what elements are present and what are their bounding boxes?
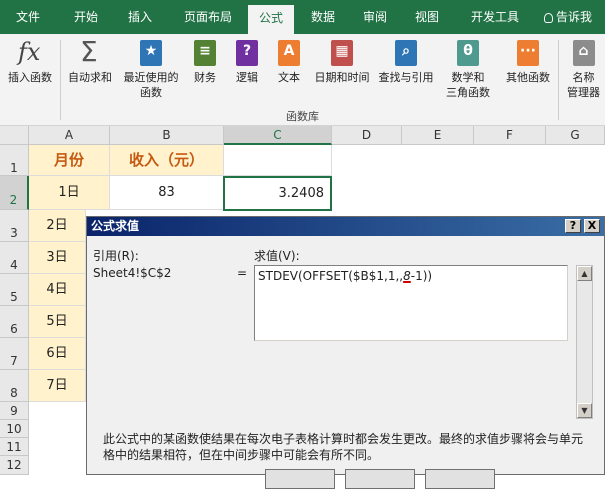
cell-a1[interactable]: 月份 bbox=[29, 145, 110, 176]
evaluation-underlined-term: 8 bbox=[403, 269, 411, 283]
tab-file[interactable]: 文件 bbox=[4, 0, 52, 34]
cell-a6[interactable]: 5日 bbox=[29, 306, 86, 338]
cell-c2[interactable]: 3.2408 bbox=[223, 176, 332, 211]
row-header-8[interactable]: 8 bbox=[0, 370, 29, 402]
dialog-button-evaluate[interactable] bbox=[265, 469, 335, 489]
help-button[interactable]: ? bbox=[565, 219, 581, 233]
column-header-c[interactable]: C bbox=[224, 126, 332, 145]
row-header-5[interactable]: 5 bbox=[0, 274, 29, 306]
datetime-button[interactable]: ▦ 日期和时间 bbox=[310, 38, 374, 85]
ribbon-formulas: fx 插入函数 Σ 自动求和 ★ 最近使用的 函数 ≡ 财务 ? 逻辑 A 文本… bbox=[0, 34, 605, 126]
evaluate-formula-dialog: 公式求值 ? X 引用(R): Sheet4!$C$2 = 求值(V): STD… bbox=[86, 216, 605, 489]
row-header-1[interactable]: 1 bbox=[0, 145, 29, 176]
more-functions-button[interactable]: ··· 其他函数 bbox=[500, 38, 556, 85]
math-book-icon: θ bbox=[453, 38, 483, 68]
financial-button[interactable]: ≡ 财务 bbox=[186, 38, 224, 85]
tab-insert[interactable]: 插入 bbox=[116, 0, 164, 34]
finance-book-icon: ≡ bbox=[190, 38, 220, 68]
cell-a4[interactable]: 3日 bbox=[29, 242, 86, 274]
column-header-a[interactable]: A bbox=[29, 126, 110, 145]
reference-label: 引用(R): bbox=[93, 249, 139, 263]
row-header-2[interactable]: 2 bbox=[0, 176, 29, 210]
cell-b1[interactable]: 收入（元） bbox=[110, 145, 224, 176]
text-book-icon: A bbox=[274, 38, 304, 68]
tab-formulas[interactable]: 公式 bbox=[248, 5, 294, 34]
evaluation-box[interactable]: STDEV(OFFSET($B$1,1,,8-1)) bbox=[254, 265, 568, 341]
close-button[interactable]: X bbox=[584, 219, 600, 233]
row-header-3[interactable]: 3 bbox=[0, 210, 29, 242]
volatile-function-note: 此公式中的某函数使结果在每次电子表格计算时都会发生更改。最终的求值步骤将会与单元… bbox=[103, 432, 584, 462]
cell-b2[interactable]: 83 bbox=[110, 176, 224, 210]
datetime-book-icon: ▦ bbox=[327, 38, 357, 68]
reference-value: Sheet4!$C$2 bbox=[93, 266, 172, 280]
math-trig-button[interactable]: θ 数学和 三角函数 bbox=[440, 38, 496, 100]
row-header-4[interactable]: 4 bbox=[0, 242, 29, 274]
equals-sign: = bbox=[237, 266, 248, 280]
column-header-d[interactable]: D bbox=[332, 126, 402, 145]
column-header-g[interactable]: G bbox=[546, 126, 605, 145]
logical-button[interactable]: ? 逻辑 bbox=[228, 38, 266, 85]
star-book-icon: ★ bbox=[136, 38, 166, 68]
evaluation-label: 求值(V): bbox=[254, 249, 300, 263]
recently-used-button[interactable]: ★ 最近使用的 函数 bbox=[118, 38, 184, 100]
row-header-6[interactable]: 6 bbox=[0, 306, 29, 338]
logical-book-icon: ? bbox=[232, 38, 262, 68]
tab-data[interactable]: 数据 bbox=[300, 0, 346, 34]
select-all-corner[interactable] bbox=[0, 126, 29, 145]
tab-page-layout[interactable]: 页面布局 bbox=[172, 0, 244, 34]
cell-a7[interactable]: 6日 bbox=[29, 338, 86, 370]
scroll-up-button[interactable]: ▲ bbox=[577, 266, 592, 281]
dialog-title: 公式求值 bbox=[87, 217, 604, 236]
row-header-9[interactable]: 9 bbox=[0, 402, 29, 420]
lightbulb-icon bbox=[544, 12, 553, 23]
sigma-icon: Σ bbox=[80, 35, 98, 68]
ribbon-tab-bar: 文件 开始 插入 页面布局 公式 数据 审阅 视图 开发工具 告诉我 bbox=[0, 0, 605, 34]
column-header-e[interactable]: E bbox=[402, 126, 474, 145]
function-library-group-label: 函数库 bbox=[286, 110, 319, 123]
dialog-button-step-out[interactable] bbox=[425, 469, 495, 489]
cell-a3[interactable]: 2日 bbox=[29, 210, 86, 242]
tell-me[interactable]: 告诉我 bbox=[544, 0, 605, 34]
fx-icon: fx bbox=[18, 38, 41, 66]
lookup-button[interactable]: ⌕ 查找与引用 bbox=[374, 38, 438, 85]
tab-developer[interactable]: 开发工具 bbox=[460, 0, 530, 34]
evaluation-scrollbar[interactable]: ▲ ▼ bbox=[576, 265, 593, 419]
evaluation-text: STDEV(OFFSET($B$1,1,, bbox=[258, 269, 404, 283]
tab-review[interactable]: 审阅 bbox=[352, 0, 398, 34]
tab-view[interactable]: 视图 bbox=[404, 0, 450, 34]
column-header-b[interactable]: B bbox=[110, 126, 224, 145]
name-manager-icon: ⌂ bbox=[569, 38, 599, 68]
row-header-7[interactable]: 7 bbox=[0, 338, 29, 370]
column-header-f[interactable]: F bbox=[474, 126, 546, 145]
cell-a2[interactable]: 1日 bbox=[29, 176, 110, 210]
cell-a5[interactable]: 4日 bbox=[29, 274, 86, 306]
text-button[interactable]: A 文本 bbox=[270, 38, 308, 85]
insert-function-button[interactable]: fx 插入函数 bbox=[2, 38, 58, 85]
row-header-11[interactable]: 11 bbox=[0, 438, 29, 456]
autosum-button[interactable]: Σ 自动求和 bbox=[62, 35, 118, 85]
cell-c1[interactable] bbox=[224, 145, 332, 176]
cell-a8[interactable]: 7日 bbox=[29, 370, 86, 402]
lookup-book-icon: ⌕ bbox=[391, 38, 421, 68]
name-manager-button[interactable]: ⌂ 名称 管理器 bbox=[562, 38, 605, 100]
scroll-down-button[interactable]: ▼ bbox=[577, 403, 592, 418]
evaluation-text-tail: -1)) bbox=[410, 269, 433, 283]
dialog-button-step-in[interactable] bbox=[345, 469, 415, 489]
more-book-icon: ··· bbox=[513, 38, 543, 68]
row-header-12[interactable]: 12 bbox=[0, 456, 29, 475]
row-header-10[interactable]: 10 bbox=[0, 420, 29, 438]
tab-home[interactable]: 开始 bbox=[62, 0, 110, 34]
